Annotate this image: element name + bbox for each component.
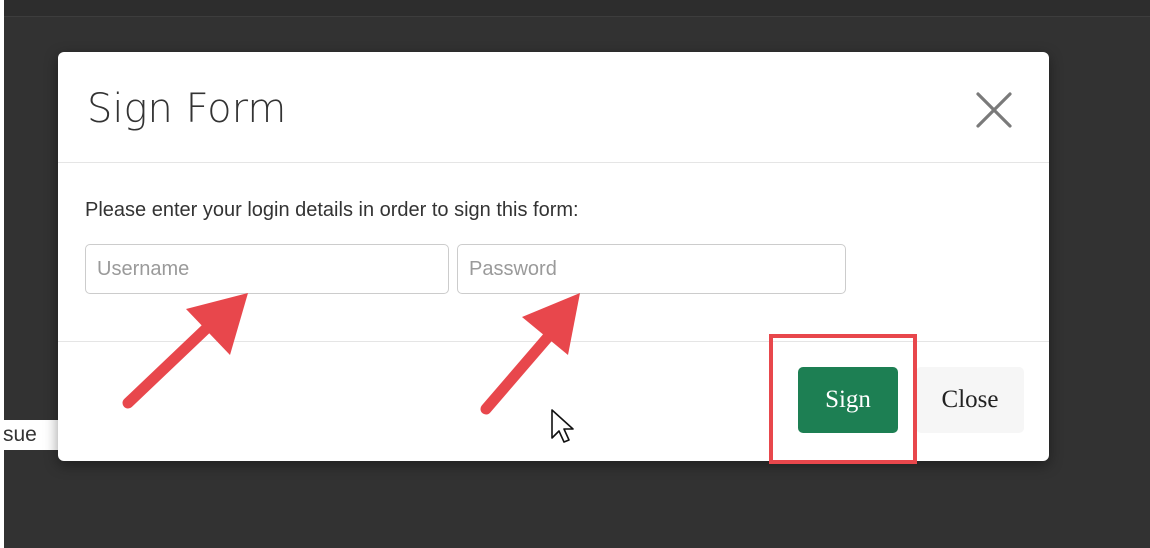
dialog-title: Sign Form <box>87 86 287 132</box>
close-button[interactable]: Close <box>916 367 1024 433</box>
page-top-bar <box>4 0 1150 17</box>
sign-button[interactable]: Sign <box>798 367 898 433</box>
password-input[interactable] <box>457 244 846 294</box>
username-input[interactable] <box>85 244 449 294</box>
dialog-header: Sign Form <box>58 52 1049 163</box>
background-text: sue <box>0 420 60 450</box>
dialog-footer: Sign Close <box>58 341 1049 461</box>
instructions-text: Please enter your login details in order… <box>85 199 579 221</box>
sign-form-dialog: Sign Form Please enter your login detail… <box>58 52 1049 461</box>
close-icon[interactable] <box>972 88 1016 132</box>
